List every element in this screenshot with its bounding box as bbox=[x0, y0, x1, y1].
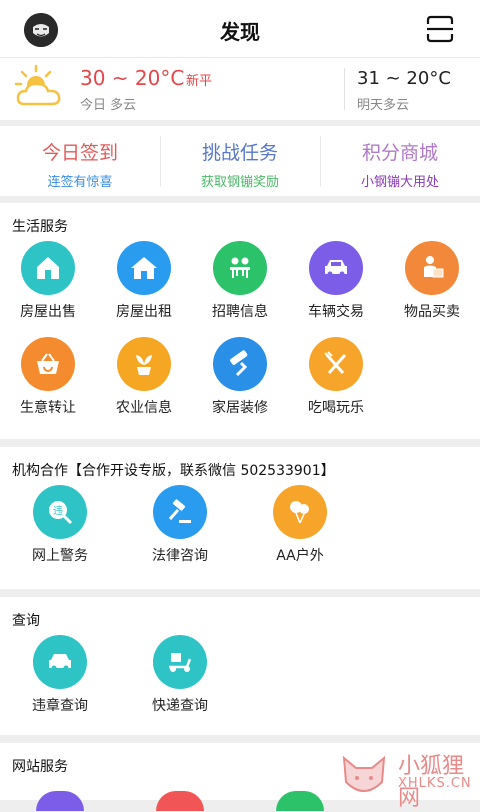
house-icon bbox=[21, 241, 75, 295]
item-label: 家居装修 bbox=[212, 400, 268, 416]
grid-item-car-trade[interactable]: 车辆交易 bbox=[288, 241, 384, 337]
item-label: 车辆交易 bbox=[308, 304, 364, 320]
scooter-icon bbox=[153, 635, 207, 689]
item-label: 物品买卖 bbox=[404, 304, 460, 320]
item-label: 网上警务 bbox=[32, 548, 88, 564]
action-strip: 今日签到 连签有惊喜 挑战任务 获取钢镚奖励 积分商城 小钢镚大用处 bbox=[0, 126, 480, 196]
tomorrow-temperature: 31 ~ 20°C bbox=[357, 68, 451, 89]
life-services-section: 生活服务 房屋出售 房屋出租 招聘信息 车辆交易 物品买卖 生意转让 农业信息 … bbox=[0, 203, 480, 439]
basket-icon bbox=[21, 337, 75, 391]
challenge-task-button[interactable]: 挑战任务 获取钢镚奖励 bbox=[160, 126, 320, 196]
action-subtitle: 连签有惊喜 bbox=[47, 175, 113, 190]
query-section: 查询 违章查询 快递查询 bbox=[0, 597, 480, 735]
item-label: 快递查询 bbox=[152, 698, 208, 714]
divider bbox=[344, 68, 345, 110]
watermark-subtext: XHLKS.CN bbox=[398, 776, 472, 791]
grid-item-decoration[interactable]: 家居装修 bbox=[192, 337, 288, 433]
item-label: 招聘信息 bbox=[212, 304, 268, 320]
partly-cloudy-icon bbox=[14, 64, 66, 112]
action-subtitle: 获取钢镚奖励 bbox=[200, 175, 279, 190]
weather-panel[interactable]: 30 ~ 20°C 新平 今日 多云 31 ~ 20°C 明天多云 bbox=[0, 58, 480, 120]
grid-item-aa-outdoor[interactable]: AA户外 bbox=[240, 485, 360, 581]
svg-text:违: 违 bbox=[53, 505, 63, 517]
today-temperature: 30 ~ 20°C bbox=[80, 66, 185, 90]
grid-item-online-police[interactable]: 违 网上警务 bbox=[0, 485, 120, 581]
grid-item-recruit[interactable]: 招聘信息 bbox=[192, 241, 288, 337]
checkin-button[interactable]: 今日签到 连签有惊喜 bbox=[0, 126, 160, 196]
car-icon bbox=[309, 241, 363, 295]
section-title: 生活服务 bbox=[12, 219, 68, 235]
item-label: AA户外 bbox=[276, 548, 324, 564]
violation-icon: 违 bbox=[33, 485, 87, 539]
top-bar: 发现 bbox=[0, 0, 480, 58]
org-cooperation-section: 机构合作【合作开设专版，联系微信 502533901】 违 网上警务 法律咨询 … bbox=[0, 447, 480, 589]
points-mall-button[interactable]: 积分商城 小钢镚大用处 bbox=[320, 126, 480, 196]
grid-item-violation-query[interactable]: 违章查询 bbox=[0, 635, 120, 731]
grid-item-house-sale[interactable]: 房屋出售 bbox=[0, 241, 96, 337]
site-service-icon[interactable] bbox=[156, 791, 204, 811]
grid-item-express-query[interactable]: 快递查询 bbox=[120, 635, 240, 731]
roller-icon bbox=[213, 337, 267, 391]
plant-icon bbox=[117, 337, 171, 391]
item-label: 生意转让 bbox=[20, 400, 76, 416]
site-service-icon[interactable] bbox=[276, 791, 324, 811]
grid-item-house-rent[interactable]: 房屋出租 bbox=[96, 241, 192, 337]
today-description: 今日 多云 bbox=[80, 98, 137, 113]
tomorrow-description: 明天多云 bbox=[357, 98, 410, 113]
scan-icon[interactable] bbox=[426, 15, 454, 43]
grid-item-agriculture[interactable]: 农业信息 bbox=[96, 337, 192, 433]
home-icon bbox=[117, 241, 171, 295]
grid-item-food-fun[interactable]: 吃喝玩乐 bbox=[288, 337, 384, 433]
fork-knife-icon bbox=[309, 337, 363, 391]
grid-item-goods-trade[interactable]: 物品买卖 bbox=[384, 241, 480, 337]
grid-item-legal-consult[interactable]: 法律咨询 bbox=[120, 485, 240, 581]
gavel-icon bbox=[153, 485, 207, 539]
action-title: 今日签到 bbox=[41, 142, 118, 164]
recruit-icon bbox=[213, 241, 267, 295]
car-icon bbox=[33, 635, 87, 689]
section-title: 查询 bbox=[12, 613, 40, 629]
item-label: 违章查询 bbox=[32, 698, 88, 714]
page-title: 发现 bbox=[220, 20, 260, 44]
action-title: 积分商城 bbox=[361, 142, 438, 164]
section-title: 机构合作【合作开设专版，联系微信 502533901】 bbox=[12, 463, 335, 479]
item-label: 农业信息 bbox=[116, 400, 172, 416]
site-service-icon[interactable] bbox=[36, 791, 84, 811]
item-label: 吃喝玩乐 bbox=[308, 400, 364, 416]
item-label: 房屋出租 bbox=[116, 304, 172, 320]
location-label: 新平 bbox=[186, 74, 213, 89]
action-subtitle: 小钢镚大用处 bbox=[360, 175, 439, 190]
item-label: 房屋出售 bbox=[20, 304, 76, 320]
balloon-icon bbox=[273, 485, 327, 539]
grid-item-business-transfer[interactable]: 生意转让 bbox=[0, 337, 96, 433]
item-label: 法律咨询 bbox=[152, 548, 208, 564]
action-title: 挑战任务 bbox=[201, 142, 278, 164]
person-box-icon bbox=[405, 241, 459, 295]
